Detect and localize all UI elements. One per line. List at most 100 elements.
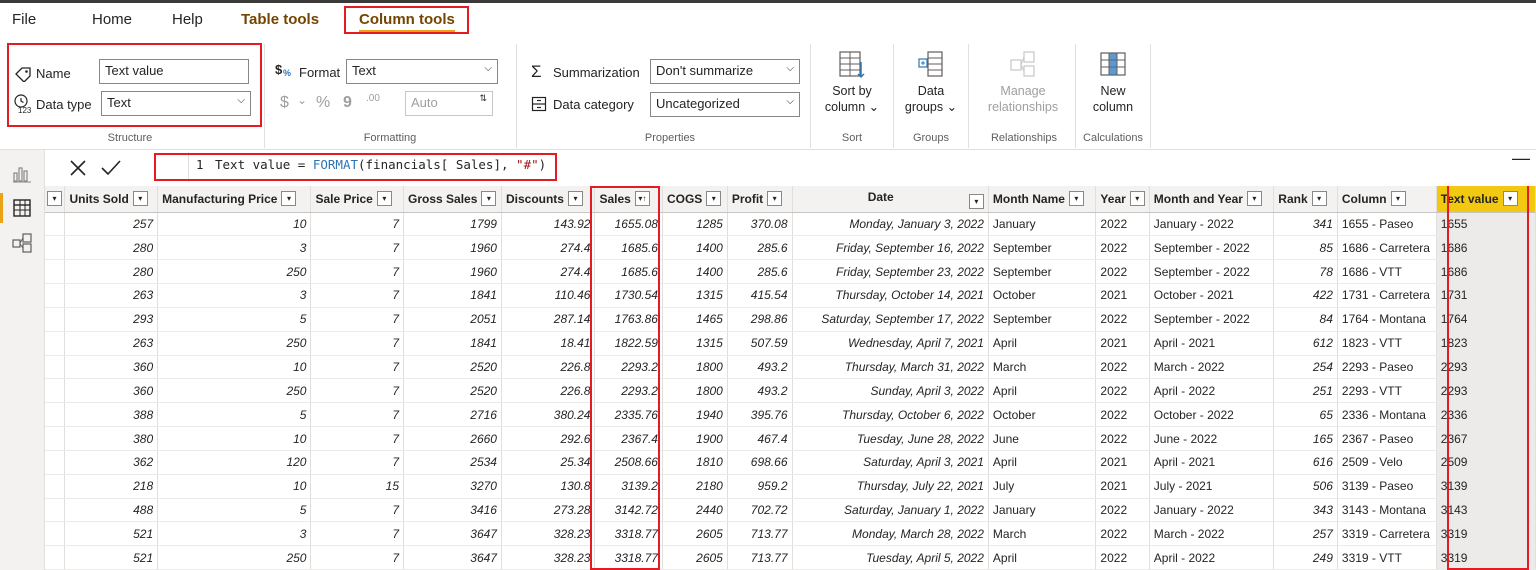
table-cell[interactable]: April — [988, 545, 1097, 570]
filter-dropdown-icon[interactable]: ▾ — [376, 191, 392, 207]
table-cell[interactable]: 2335.76 — [594, 402, 663, 428]
table-row[interactable]: 388 5 7 2716 380.24 2335.76 1940 395.76 Thursday… — [45, 402, 1536, 428]
table-cell[interactable]: 3 — [157, 235, 312, 261]
filter-dropdown-icon[interactable]: ▾ — [47, 191, 62, 207]
table-row[interactable]: 218 10 15 3270 130.8 3139.2 2180 959.2 Thursday,… — [45, 474, 1536, 499]
table-row[interactable]: 521 250 7 3647 328.23 3318.77 2605 713.77 Tuesda… — [45, 545, 1536, 570]
filter-dropdown-icon[interactable]: ▾ — [767, 191, 783, 207]
table-cell[interactable]: 1841 — [403, 283, 502, 308]
data-groups-button[interactable]: Data groups ⌄ — [899, 50, 963, 115]
table-cell[interactable]: 395.76 — [727, 402, 793, 428]
table-cell[interactable]: 84 — [1273, 307, 1338, 332]
table-cell[interactable]: July — [988, 474, 1097, 499]
table-cell[interactable]: 2534 — [403, 450, 502, 475]
table-cell[interactable]: 1686 - VTT — [1337, 259, 1437, 285]
table-cell[interactable]: 2021 — [1095, 283, 1150, 308]
table-cell[interactable]: 1764 — [1436, 307, 1536, 332]
table-cell[interactable]: April - 2022 — [1149, 545, 1275, 570]
table-cell[interactable]: 5 — [157, 307, 312, 332]
report-view-icon[interactable] — [11, 162, 33, 184]
table-cell[interactable]: 521 — [64, 545, 159, 570]
table-cell[interactable]: April — [988, 450, 1097, 475]
decimal-places-stepper[interactable]: Auto ⇅ — [405, 91, 493, 116]
column-header-column[interactable]: Column ▾ — [1337, 186, 1437, 213]
table-cell[interactable]: October - 2022 — [1149, 402, 1275, 428]
commit-formula-icon[interactable] — [100, 158, 122, 178]
table-row[interactable]: 293 5 7 2051 287.14 1763.86 1465 298.86 Saturday… — [45, 307, 1536, 332]
table-cell[interactable]: 3139 — [1436, 474, 1536, 499]
table-cell[interactable]: Saturday, April 3, 2021 — [792, 450, 989, 475]
table-cell[interactable]: 2509 — [1436, 450, 1536, 475]
table-cell[interactable]: April — [988, 378, 1097, 404]
table-cell[interactable]: 10 — [157, 355, 312, 380]
table-cell[interactable]: 3319 - Carretera — [1337, 521, 1437, 547]
table-cell[interactable]: March — [988, 521, 1097, 547]
table-cell[interactable]: 2605 — [662, 521, 728, 547]
data-category-select[interactable]: Uncategorized ⌵ — [650, 92, 800, 117]
table-cell[interactable]: 226.8 — [501, 378, 596, 404]
table-cell[interactable]: 65 — [1273, 402, 1338, 428]
table-row[interactable]: 263 3 7 1841 110.46 1730.54 1315 415.54 Thursday… — [45, 283, 1536, 308]
table-cell[interactable]: 1686 - Carretera — [1337, 235, 1437, 261]
table-cell[interactable]: Tuesday, April 5, 2022 — [792, 545, 989, 570]
table-cell[interactable]: 1731 - Carretera — [1337, 283, 1437, 308]
table-cell[interactable]: January - 2022 — [1149, 498, 1275, 523]
table-cell[interactable]: 293 — [64, 307, 159, 332]
table-cell[interactable]: 263 — [64, 283, 159, 308]
table-cell[interactable]: 493.2 — [727, 378, 793, 404]
table-cell[interactable]: 2022 — [1095, 235, 1150, 261]
data-view-icon[interactable] — [11, 197, 33, 219]
table-cell[interactable]: 713.77 — [727, 521, 793, 547]
table-cell[interactable]: 2022 — [1095, 259, 1150, 285]
table-cell[interactable]: 1731 — [1436, 283, 1536, 308]
table-cell[interactable]: 612 — [1273, 331, 1338, 356]
table-cell[interactable]: 467.4 — [727, 426, 793, 451]
table-cell[interactable]: 25.34 — [501, 450, 596, 475]
table-cell[interactable]: 507.59 — [727, 331, 793, 356]
table-cell[interactable]: October - 2021 — [1149, 283, 1275, 308]
header-filter-stub[interactable]: ▾ — [45, 186, 66, 213]
table-cell[interactable]: 5 — [157, 498, 312, 523]
table-cell[interactable]: 10 — [157, 212, 312, 237]
table-cell[interactable]: 380 — [64, 426, 159, 451]
table-cell[interactable]: 7 — [310, 355, 405, 380]
table-cell[interactable]: 1799 — [403, 212, 502, 237]
table-cell[interactable]: 2051 — [403, 307, 502, 332]
table-cell[interactable]: 3318.77 — [594, 545, 663, 570]
table-cell[interactable]: 7 — [310, 402, 405, 428]
tab-home[interactable]: Home — [92, 11, 132, 28]
column-header-profit[interactable]: Profit ▾ — [727, 186, 793, 213]
table-cell[interactable]: 3270 — [403, 474, 502, 499]
tab-file[interactable]: File — [12, 11, 36, 28]
table-cell[interactable]: Tuesday, June 28, 2022 — [792, 426, 989, 451]
filter-dropdown-icon[interactable]: ▾ — [567, 191, 583, 207]
table-cell[interactable]: 120 — [157, 450, 312, 475]
table-cell[interactable]: 1465 — [662, 307, 728, 332]
expand-formula-icon[interactable]: — — [1512, 148, 1530, 169]
table-cell[interactable]: 2022 — [1095, 402, 1150, 428]
table-cell[interactable]: 343 — [1273, 498, 1338, 523]
table-cell[interactable]: 226.8 — [501, 355, 596, 380]
table-cell[interactable]: 2022 — [1095, 355, 1150, 380]
table-cell[interactable]: 1960 — [403, 235, 502, 261]
table-cell[interactable]: 292.6 — [501, 426, 596, 451]
column-header-rank[interactable]: Rank ▾ — [1273, 186, 1338, 213]
table-cell[interactable]: 143.92 — [501, 212, 596, 237]
column-header-month-name[interactable]: Month Name ▾ — [988, 186, 1097, 213]
table-cell[interactable]: 1763.86 — [594, 307, 663, 332]
table-cell[interactable]: Thursday, July 22, 2021 — [792, 474, 989, 499]
table-cell[interactable]: 3139 - Paseo — [1337, 474, 1437, 499]
table-cell[interactable]: 3318.77 — [594, 521, 663, 547]
table-cell[interactable]: 1800 — [662, 378, 728, 404]
summarization-select[interactable]: Don't summarize ⌵ — [650, 59, 800, 84]
table-cell[interactable]: 5 — [157, 402, 312, 428]
table-cell[interactable]: 488 — [64, 498, 159, 523]
column-header-sales[interactable]: Sales ▾↑ — [594, 186, 663, 213]
column-header-manufacturing-price[interactable]: Manufacturing Price ▾ — [157, 186, 312, 213]
format-select[interactable]: Text ⌵ — [346, 59, 498, 84]
table-cell[interactable]: 251 — [1273, 378, 1338, 404]
table-cell[interactable]: 2022 — [1095, 426, 1150, 451]
table-cell[interactable]: 360 — [64, 355, 159, 380]
tab-table-tools[interactable]: Table tools — [241, 11, 319, 28]
table-cell[interactable]: 3319 — [1436, 545, 1536, 570]
